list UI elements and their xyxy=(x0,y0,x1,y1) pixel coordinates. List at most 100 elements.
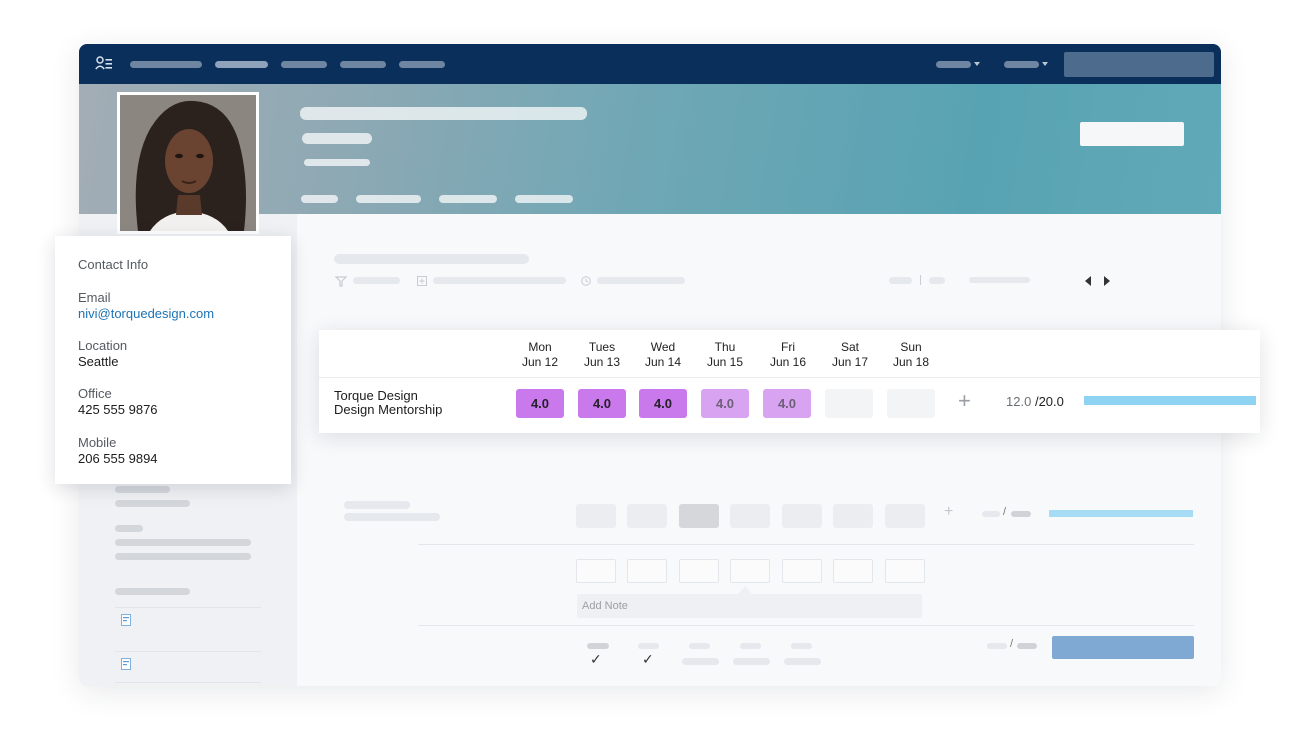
mobile-label: Mobile xyxy=(78,435,117,450)
placeholder-line xyxy=(115,588,190,595)
profile-photo xyxy=(117,92,259,234)
project-label: Torque Design Design Mentorship xyxy=(334,389,442,417)
row-divider xyxy=(418,544,1194,545)
placeholder-line xyxy=(791,643,812,649)
avatar xyxy=(120,95,256,231)
divider xyxy=(920,275,921,285)
day-header-wed: Wed Jun 14 xyxy=(644,340,682,369)
placeholder-line xyxy=(987,643,1007,649)
email-link[interactable]: nivi@torquedesign.com xyxy=(78,306,214,321)
add-hours-button[interactable]: + xyxy=(958,388,971,414)
document-icon[interactable] xyxy=(121,614,131,626)
toolbar-item[interactable] xyxy=(597,277,685,284)
nav-item-active[interactable] xyxy=(215,61,268,68)
hours-cell[interactable] xyxy=(730,504,770,528)
day-header-fri: Fri Jun 16 xyxy=(769,340,807,369)
note-pointer xyxy=(738,586,752,594)
document-icon[interactable] xyxy=(121,658,131,670)
nav-item[interactable] xyxy=(340,61,386,68)
nav-item[interactable] xyxy=(130,61,202,68)
divider xyxy=(115,682,261,683)
toolbar-item[interactable] xyxy=(929,277,945,284)
placeholder-line xyxy=(982,511,1000,517)
person-portrait xyxy=(120,95,256,231)
profile-tab[interactable] xyxy=(515,195,573,203)
hours-input[interactable] xyxy=(833,559,873,583)
section-title-placeholder xyxy=(334,254,529,264)
contact-heading: Contact Info xyxy=(78,257,149,272)
hours-input[interactable] xyxy=(782,559,822,583)
placeholder-line xyxy=(689,643,710,649)
check-icon: ✓ xyxy=(642,651,654,667)
placeholder-line xyxy=(115,539,251,546)
add-entry-button[interactable]: + xyxy=(944,503,953,521)
placeholder-line xyxy=(1017,643,1037,649)
placeholder-line xyxy=(682,658,719,665)
placeholder-line xyxy=(1011,511,1031,517)
toolbar-item[interactable] xyxy=(889,277,912,284)
divider xyxy=(115,651,261,652)
people-list-icon[interactable] xyxy=(95,56,113,72)
hours-input[interactable] xyxy=(730,559,770,583)
hours-cell-sat[interactable] xyxy=(825,389,873,418)
placeholder-line xyxy=(587,643,609,649)
hours-input[interactable] xyxy=(576,559,616,583)
placeholder-line xyxy=(784,658,821,665)
profile-title-placeholder xyxy=(302,133,372,144)
profile-name-placeholder xyxy=(300,107,587,120)
location-label: Location xyxy=(78,338,128,353)
nav-dropdown[interactable] xyxy=(936,61,971,68)
add-note-input[interactable]: Add Note xyxy=(577,594,922,618)
profile-tab[interactable] xyxy=(301,195,338,203)
chevron-left-icon[interactable] xyxy=(1085,276,1092,286)
hours-cell[interactable] xyxy=(833,504,873,528)
hours-cell[interactable] xyxy=(627,504,667,528)
profile-subtitle-placeholder xyxy=(304,159,370,166)
caret-down-icon xyxy=(1042,62,1048,66)
submit-button[interactable] xyxy=(1052,636,1194,659)
project-client: Torque Design xyxy=(334,388,418,403)
nav-item[interactable] xyxy=(281,61,327,68)
hours-cell-fri[interactable]: 4.0 xyxy=(763,389,811,418)
chevron-right-icon[interactable] xyxy=(1103,276,1110,286)
hours-cell-wed[interactable]: 4.0 xyxy=(639,389,687,418)
profile-tab[interactable] xyxy=(439,195,497,203)
placeholder-line xyxy=(638,643,659,649)
office-phone[interactable]: 425 555 9876 xyxy=(78,402,158,417)
add-icon[interactable] xyxy=(417,276,427,286)
day-header-thu: Thu Jun 15 xyxy=(706,340,744,369)
placeholder-line xyxy=(344,513,440,521)
top-nav xyxy=(79,44,1221,84)
progress-bar xyxy=(1049,510,1193,517)
profile-tab[interactable] xyxy=(356,195,421,203)
hours-cell[interactable] xyxy=(576,504,616,528)
hours-cell-tue[interactable]: 4.0 xyxy=(578,389,626,418)
nav-dropdown[interactable] xyxy=(1004,61,1039,68)
hours-logged: 12.0 xyxy=(1006,394,1032,409)
project-name: Design Mentorship xyxy=(334,402,443,417)
hours-cell-sun[interactable] xyxy=(887,389,935,418)
nav-item[interactable] xyxy=(399,61,445,68)
hours-cell-mon[interactable]: 4.0 xyxy=(516,389,564,418)
hours-cell[interactable] xyxy=(885,504,925,528)
filter-icon[interactable] xyxy=(335,276,347,287)
hours-input[interactable] xyxy=(679,559,719,583)
hours-target: 20.0 xyxy=(1038,394,1064,409)
placeholder-line xyxy=(115,525,143,532)
search-input[interactable] xyxy=(1064,52,1214,77)
toolbar-item[interactable] xyxy=(433,277,566,284)
hours-cell[interactable] xyxy=(782,504,822,528)
hours-input[interactable] xyxy=(885,559,925,583)
timesheet-card: Mon Jun 12 Tues Jun 13 Wed Jun 14 Thu Jun 15… xyxy=(319,330,1260,433)
toolbar-item[interactable] xyxy=(353,277,400,284)
hours-separator: / xyxy=(1003,506,1007,518)
banner-action-button[interactable] xyxy=(1080,122,1184,146)
hours-input[interactable] xyxy=(627,559,667,583)
hours-cell-thu[interactable]: 4.0 xyxy=(701,389,749,418)
hours-cell-selected[interactable] xyxy=(679,504,719,528)
clock-icon[interactable] xyxy=(581,276,591,286)
total-separator: / xyxy=(1010,638,1014,650)
mobile-phone[interactable]: 206 555 9894 xyxy=(78,451,158,466)
hours-total: 12.0 /20.0 xyxy=(1006,394,1064,409)
location-value: Seattle xyxy=(78,354,119,369)
